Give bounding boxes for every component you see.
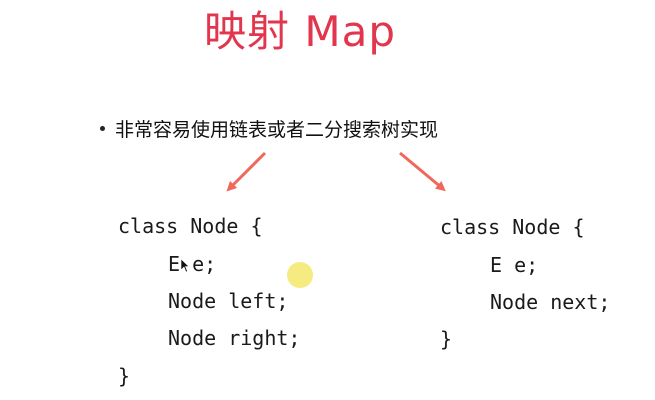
code-line: Node right; (168, 326, 301, 350)
code-line: } (440, 327, 453, 351)
code-line: E e; (490, 253, 539, 277)
bullet-item: 非常容易使用链表或者二分搜索树实现 (100, 114, 438, 142)
code-line: class Node { (118, 214, 263, 238)
bullet-dot-icon (100, 125, 105, 131)
left-code-block: class Node { E e; Node left; Node right;… (118, 212, 348, 392)
code-line: Node left; (168, 289, 289, 313)
code-line: Node next; (490, 290, 611, 314)
right-arrow-icon (399, 151, 446, 192)
code-line: } (118, 364, 131, 388)
bullet-text: 非常容易使用链表或者二分搜索树实现 (115, 118, 439, 141)
left-arrow-icon (226, 151, 267, 192)
cursor-highlight (287, 262, 313, 288)
mouse-pointer-icon (181, 259, 189, 273)
slide-title: 映射 Map (204, 7, 396, 56)
right-code-block: class Node { E e; Node next; } (440, 213, 640, 363)
slide: 映射 Map 非常容易使用链表或者二分搜索树实现 class Node { E … (0, 0, 655, 400)
code-line: E e; (168, 252, 217, 276)
code-line: class Node { (440, 215, 585, 239)
